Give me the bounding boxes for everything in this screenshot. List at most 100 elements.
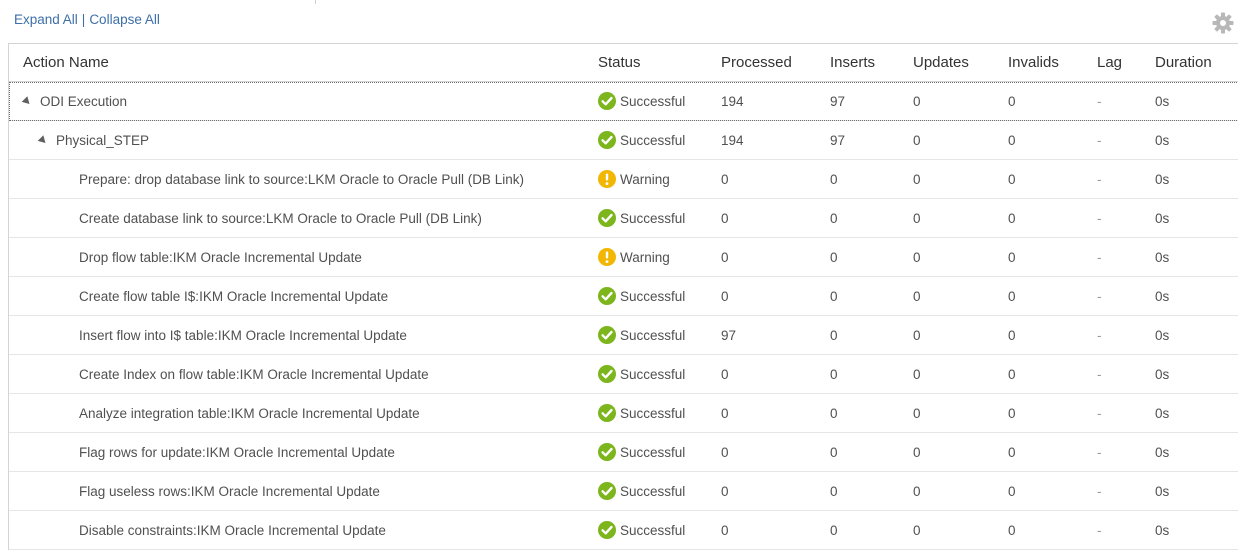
column-header-action-name[interactable]: Action Name bbox=[23, 44, 109, 81]
column-header-lag[interactable]: Lag bbox=[1097, 44, 1122, 81]
lag-cell: - bbox=[1097, 366, 1102, 382]
invalids-cell: 0 bbox=[1008, 444, 1016, 460]
action-name-cell: Create database link to source:LKM Oracl… bbox=[79, 199, 482, 237]
status-text: Successful bbox=[620, 288, 686, 304]
invalids-cell: 0 bbox=[1008, 327, 1016, 343]
duration-cell: 0s bbox=[1155, 93, 1170, 109]
expand-all-link[interactable]: Expand All bbox=[14, 12, 78, 27]
gear-icon[interactable] bbox=[1211, 11, 1235, 35]
inserts-cell: 0 bbox=[830, 288, 838, 304]
status-cell: Successful bbox=[598, 433, 685, 471]
inserts-cell: 0 bbox=[830, 483, 838, 499]
status-text: Successful bbox=[620, 483, 686, 499]
status-text: Successful bbox=[620, 405, 686, 421]
table-row[interactable]: Flag useless rows:IKM Oracle Incremental… bbox=[9, 472, 1238, 511]
inserts-cell: 0 bbox=[830, 405, 838, 421]
lag-cell: - bbox=[1097, 405, 1102, 421]
column-header-processed[interactable]: Processed bbox=[721, 44, 792, 81]
inserts-cell: 0 bbox=[830, 171, 838, 187]
invalids-cell: 0 bbox=[1008, 93, 1016, 109]
table-row[interactable]: Disable constraints:IKM Oracle Increment… bbox=[9, 511, 1238, 550]
success-check-icon bbox=[598, 365, 616, 383]
status-cell: Warning bbox=[598, 160, 670, 198]
updates-cell: 0 bbox=[913, 366, 921, 382]
toolbar: Expand All | Collapse All bbox=[0, 0, 1238, 40]
table-row[interactable]: Insert flow into I$ table:IKM Oracle Inc… bbox=[9, 316, 1238, 355]
inserts-cell: 0 bbox=[830, 366, 838, 382]
action-name-text: Insert flow into I$ table:IKM Oracle Inc… bbox=[79, 327, 407, 343]
processed-cell: 97 bbox=[721, 327, 737, 343]
column-header-status[interactable]: Status bbox=[598, 44, 641, 81]
table-row[interactable]: Create flow table I$:IKM Oracle Incremen… bbox=[9, 277, 1238, 316]
table-row[interactable]: Drop flow table:IKM Oracle Incremental U… bbox=[9, 238, 1238, 277]
success-check-icon bbox=[598, 443, 616, 461]
processed-cell: 0 bbox=[721, 249, 729, 265]
expand-toggle-icon[interactable] bbox=[21, 95, 33, 107]
action-grid: Action Name Status Processed Inserts Upd… bbox=[8, 43, 1238, 550]
column-header-duration[interactable]: Duration bbox=[1155, 44, 1212, 81]
processed-cell: 0 bbox=[721, 366, 729, 382]
status-cell: Successful bbox=[598, 277, 685, 315]
status-cell: Successful bbox=[598, 394, 685, 432]
processed-cell: 0 bbox=[721, 522, 729, 538]
invalids-cell: 0 bbox=[1008, 171, 1016, 187]
action-name-cell: Create Index on flow table:IKM Oracle In… bbox=[79, 355, 429, 393]
table-row[interactable]: Analyze integration table:IKM Oracle Inc… bbox=[9, 394, 1238, 433]
lag-cell: - bbox=[1097, 93, 1102, 109]
table-row[interactable]: Physical_STEP Successful 194 97 0 0 - 0s bbox=[9, 121, 1238, 160]
status-cell: Successful bbox=[598, 316, 685, 354]
inserts-cell: 0 bbox=[830, 210, 838, 226]
inserts-cell: 0 bbox=[830, 522, 838, 538]
action-name-cell: ODI Execution bbox=[21, 82, 127, 120]
action-name-cell: Prepare: drop database link to source:LK… bbox=[79, 160, 524, 198]
inserts-cell: 97 bbox=[830, 132, 846, 148]
link-separator: | bbox=[81, 12, 86, 27]
table-row[interactable]: Flag rows for update:IKM Oracle Incremen… bbox=[9, 433, 1238, 472]
invalids-cell: 0 bbox=[1008, 405, 1016, 421]
updates-cell: 0 bbox=[913, 132, 921, 148]
table-row[interactable]: Prepare: drop database link to source:LK… bbox=[9, 160, 1238, 199]
updates-cell: 0 bbox=[913, 249, 921, 265]
duration-cell: 0s bbox=[1155, 444, 1170, 460]
processed-cell: 0 bbox=[721, 444, 729, 460]
table-row[interactable]: Create database link to source:LKM Oracl… bbox=[9, 199, 1238, 238]
lag-cell: - bbox=[1097, 288, 1102, 304]
processed-cell: 0 bbox=[721, 171, 729, 187]
lag-cell: - bbox=[1097, 171, 1102, 187]
status-cell: Successful bbox=[598, 472, 685, 510]
action-name-cell: Create flow table I$:IKM Oracle Incremen… bbox=[79, 277, 388, 315]
status-cell: Successful bbox=[598, 199, 685, 237]
lag-cell: - bbox=[1097, 327, 1102, 343]
success-check-icon bbox=[598, 209, 616, 227]
success-check-icon bbox=[598, 287, 616, 305]
duration-cell: 0s bbox=[1155, 171, 1170, 187]
status-cell: Successful bbox=[598, 121, 685, 159]
invalids-cell: 0 bbox=[1008, 132, 1016, 148]
action-name-text: Create Index on flow table:IKM Oracle In… bbox=[79, 366, 429, 382]
updates-cell: 0 bbox=[913, 522, 921, 538]
expand-collapse-links: Expand All | Collapse All bbox=[14, 12, 160, 27]
lag-cell: - bbox=[1097, 132, 1102, 148]
column-header-updates[interactable]: Updates bbox=[913, 44, 969, 81]
duration-cell: 0s bbox=[1155, 210, 1170, 226]
success-check-icon bbox=[598, 521, 616, 539]
status-cell: Successful bbox=[598, 511, 685, 549]
invalids-cell: 0 bbox=[1008, 249, 1016, 265]
action-name-text: Analyze integration table:IKM Oracle Inc… bbox=[79, 405, 420, 421]
action-name-cell: Analyze integration table:IKM Oracle Inc… bbox=[79, 394, 420, 432]
action-name-text: Create flow table I$:IKM Oracle Incremen… bbox=[79, 288, 389, 304]
expand-toggle-icon[interactable] bbox=[37, 134, 49, 146]
status-text: Successful bbox=[620, 210, 686, 226]
collapse-all-link[interactable]: Collapse All bbox=[89, 12, 160, 27]
invalids-cell: 0 bbox=[1008, 366, 1016, 382]
action-name-cell: Insert flow into I$ table:IKM Oracle Inc… bbox=[79, 316, 407, 354]
action-name-text: Drop flow table:IKM Oracle Incremental U… bbox=[79, 249, 362, 265]
table-row[interactable]: ODI Execution Successful 194 97 0 0 - 0s bbox=[9, 82, 1238, 121]
column-header-inserts[interactable]: Inserts bbox=[830, 44, 875, 81]
processed-cell: 194 bbox=[721, 93, 744, 109]
action-name-text: Prepare: drop database link to source:LK… bbox=[79, 171, 524, 187]
column-header-invalids[interactable]: Invalids bbox=[1008, 44, 1059, 81]
table-row[interactable]: Create Index on flow table:IKM Oracle In… bbox=[9, 355, 1238, 394]
processed-cell: 0 bbox=[721, 405, 729, 421]
action-name-text: Physical_STEP bbox=[56, 132, 150, 148]
